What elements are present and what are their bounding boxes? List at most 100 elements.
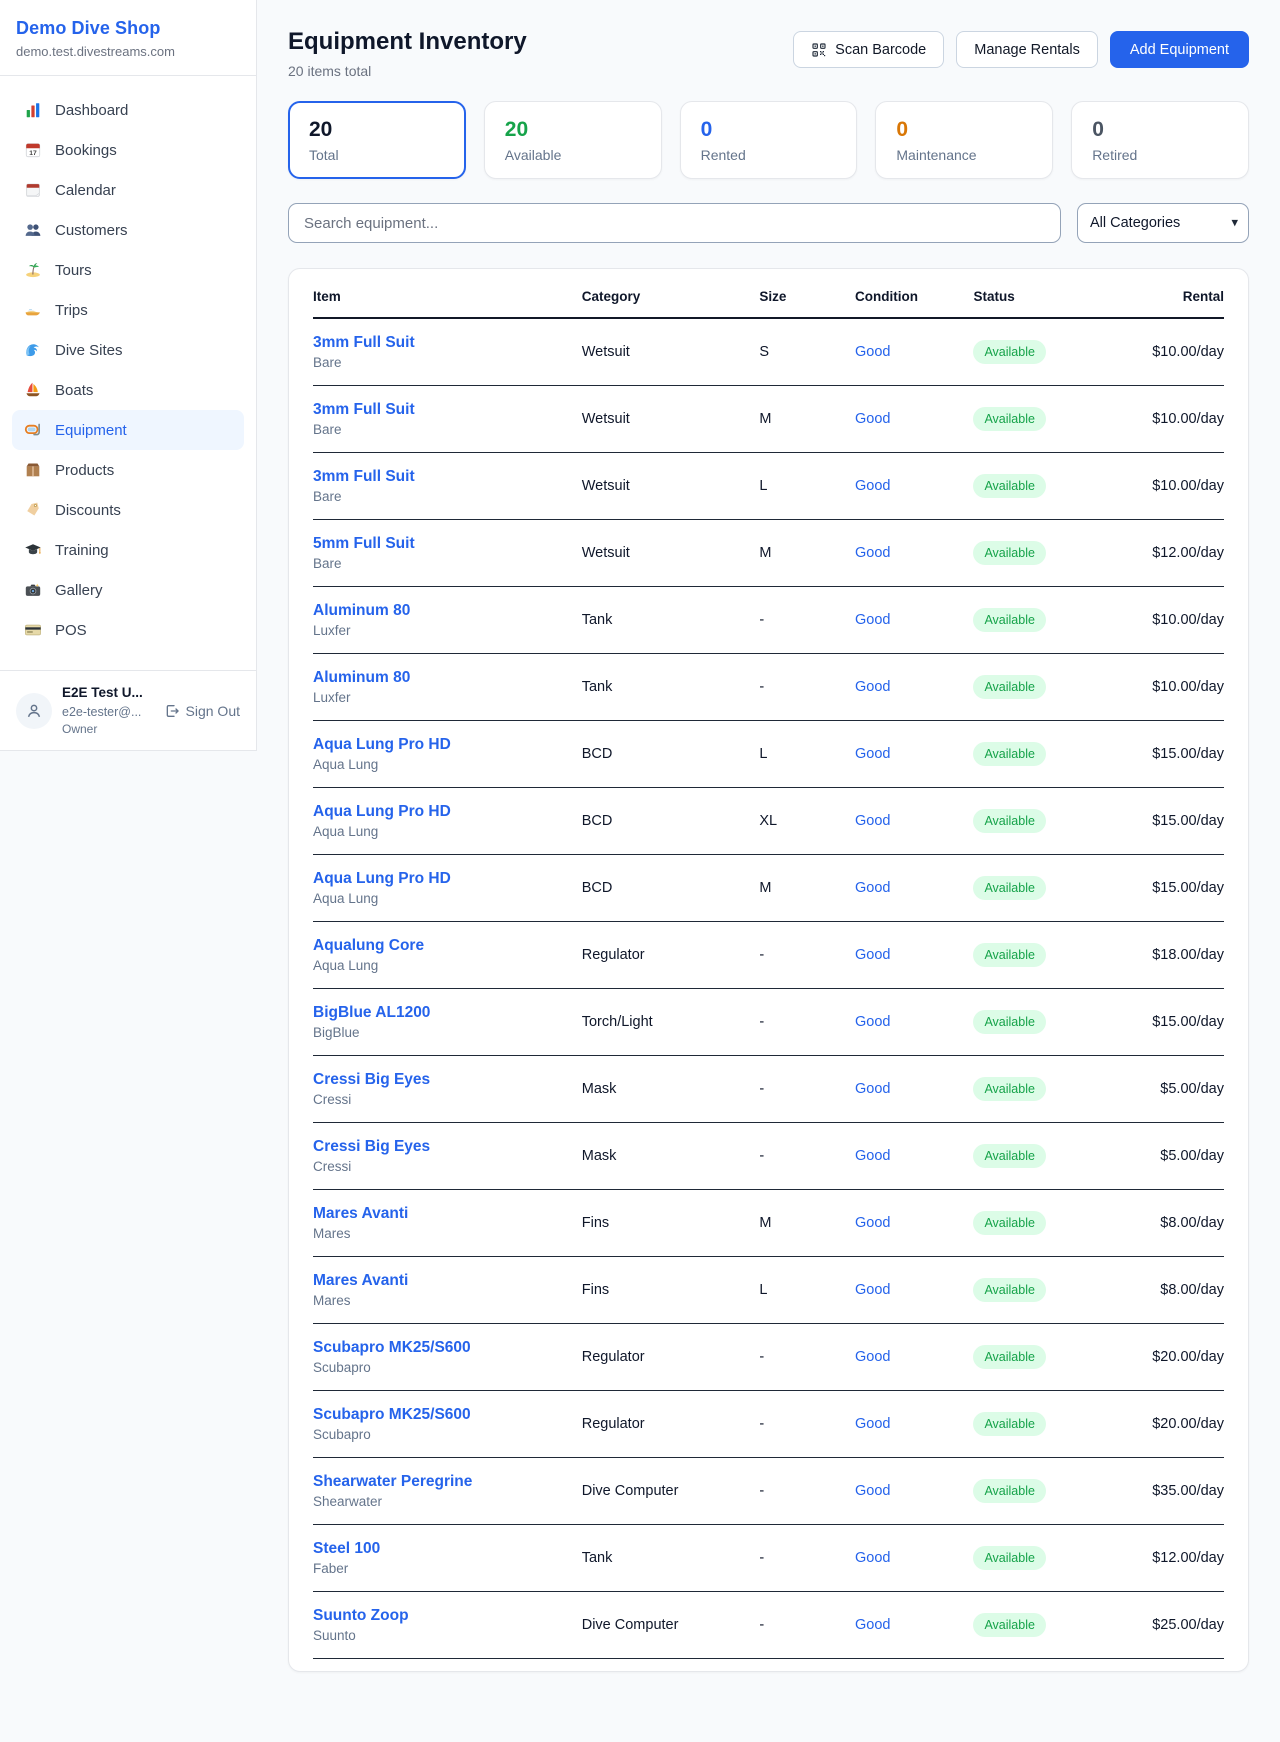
item-condition-link[interactable]: Good bbox=[855, 1416, 890, 1432]
sign-out-button[interactable]: Sign Out bbox=[164, 703, 240, 719]
item-name-link[interactable]: Aluminum 80 bbox=[313, 602, 410, 619]
sidebar-item-label: Dashboard bbox=[55, 102, 128, 119]
item-name-link[interactable]: Mares Avanti bbox=[313, 1272, 408, 1289]
sidebar-item-products[interactable]: Products bbox=[12, 450, 244, 490]
status-badge: Available bbox=[973, 1479, 1046, 1503]
sidebar-item-discounts[interactable]: Discounts bbox=[12, 490, 244, 530]
sidebar-item-trips[interactable]: Trips bbox=[12, 290, 244, 330]
sidebar-item-bookings[interactable]: 17 Bookings bbox=[12, 130, 244, 170]
add-equipment-button[interactable]: Add Equipment bbox=[1110, 31, 1249, 68]
item-size: M bbox=[759, 855, 855, 922]
calendar-17-icon: 17 bbox=[24, 141, 42, 159]
item-size: M bbox=[759, 386, 855, 453]
item-condition-link[interactable]: Good bbox=[855, 411, 890, 427]
item-name-link[interactable]: Scubapro MK25/S600 bbox=[313, 1339, 471, 1356]
sidebar-item-pos[interactable]: POS bbox=[12, 610, 244, 650]
item-name-link[interactable]: BigBlue AL1200 bbox=[313, 1004, 430, 1021]
item-category: Tank bbox=[582, 587, 760, 654]
item-condition-link[interactable]: Good bbox=[855, 1148, 890, 1164]
item-name-link[interactable]: Aqua Lung Pro HD bbox=[313, 736, 451, 753]
item-brand: Bare bbox=[313, 489, 574, 504]
table-row: Cressi Big Eyes Cressi Mask - Good Avail… bbox=[313, 1123, 1224, 1190]
sidebar-item-dive-sites[interactable]: Dive Sites bbox=[12, 330, 244, 370]
sidebar-item-gallery[interactable]: Gallery bbox=[12, 570, 244, 610]
users-icon bbox=[24, 221, 42, 239]
category-select[interactable]: All Categories bbox=[1077, 203, 1249, 243]
stat-card-maintenance[interactable]: 0 Maintenance bbox=[875, 101, 1053, 179]
item-condition-link[interactable]: Good bbox=[855, 947, 890, 963]
sidebar-item-customers[interactable]: Customers bbox=[12, 210, 244, 250]
sidebar-item-training[interactable]: Training bbox=[12, 530, 244, 570]
user-info: E2E Test U... e2e-tester@... Owner bbox=[62, 684, 143, 737]
item-name-link[interactable]: Suunto Zoop bbox=[313, 1607, 409, 1624]
column-header-rental: Rental bbox=[1106, 273, 1224, 318]
item-condition-link[interactable]: Good bbox=[855, 1215, 890, 1231]
item-name-link[interactable]: 3mm Full Suit bbox=[313, 468, 415, 485]
item-condition-link[interactable]: Good bbox=[855, 545, 890, 561]
sidebar-item-tours[interactable]: Tours bbox=[12, 250, 244, 290]
item-category: Regulator bbox=[582, 1391, 760, 1458]
item-name-link[interactable]: Scubapro MK25/S600 bbox=[313, 1406, 471, 1423]
grad-cap-icon bbox=[24, 541, 42, 559]
item-name-link[interactable]: 5mm Full Suit bbox=[313, 535, 415, 552]
item-condition-link[interactable]: Good bbox=[855, 679, 890, 695]
sidebar-item-boats[interactable]: Boats bbox=[12, 370, 244, 410]
item-condition-link[interactable]: Good bbox=[855, 344, 890, 360]
item-name-link[interactable]: 3mm Full Suit bbox=[313, 401, 415, 418]
item-size: - bbox=[759, 1592, 855, 1659]
item-condition-link[interactable]: Good bbox=[855, 1349, 890, 1365]
equipment-table-card: Item Category Size Condition Status Rent… bbox=[288, 268, 1249, 1672]
item-condition-link[interactable]: Good bbox=[855, 813, 890, 829]
sidebar-item-dashboard[interactable]: Dashboard bbox=[12, 90, 244, 130]
item-condition-link[interactable]: Good bbox=[855, 1550, 890, 1566]
sidebar-nav: Dashboard 17 Bookings Calendar Customers… bbox=[0, 76, 256, 660]
stat-card-available[interactable]: 20 Available bbox=[484, 101, 662, 179]
item-rental: $10.00/day bbox=[1106, 386, 1224, 453]
item-rental: $12.00/day bbox=[1106, 520, 1224, 587]
item-condition-link[interactable]: Good bbox=[855, 1014, 890, 1030]
barcode-scan-icon bbox=[811, 42, 827, 58]
item-size: - bbox=[759, 922, 855, 989]
item-brand: Aqua Lung bbox=[313, 824, 574, 839]
scan-barcode-button[interactable]: Scan Barcode bbox=[793, 31, 944, 68]
stat-card-retired[interactable]: 0 Retired bbox=[1071, 101, 1249, 179]
item-condition-link[interactable]: Good bbox=[855, 746, 890, 762]
item-condition-link[interactable]: Good bbox=[855, 1282, 890, 1298]
item-condition-link[interactable]: Good bbox=[855, 478, 890, 494]
item-condition-link[interactable]: Good bbox=[855, 1483, 890, 1499]
item-condition-link[interactable]: Good bbox=[855, 1081, 890, 1097]
stat-card-total[interactable]: 20 Total bbox=[288, 101, 466, 179]
table-row: Suunto Zoop Suunto Dive Computer - Good … bbox=[313, 1592, 1224, 1659]
item-name-link[interactable]: Aqualung Core bbox=[313, 937, 424, 954]
item-condition-link[interactable]: Good bbox=[855, 612, 890, 628]
item-name-link[interactable]: Aqua Lung Pro HD bbox=[313, 803, 451, 820]
item-rental: $15.00/day bbox=[1106, 721, 1224, 788]
item-name-link[interactable]: Cressi Big Eyes bbox=[313, 1138, 430, 1155]
sidebar-item-calendar[interactable]: Calendar bbox=[12, 170, 244, 210]
item-name-link[interactable]: Aqua Lung Pro HD bbox=[313, 870, 451, 887]
item-name-link[interactable]: Aluminum 80 bbox=[313, 669, 410, 686]
column-header-size: Size bbox=[759, 273, 855, 318]
stat-label: Retired bbox=[1092, 147, 1228, 163]
item-name-link[interactable]: Cressi Big Eyes bbox=[313, 1071, 430, 1088]
stat-card-rented[interactable]: 0 Rented bbox=[680, 101, 858, 179]
page-title: Equipment Inventory bbox=[288, 28, 527, 56]
item-category: Regulator bbox=[582, 1324, 760, 1391]
item-condition-link[interactable]: Good bbox=[855, 880, 890, 896]
stats-row: 20 Total 20 Available 0 Rented 0 Mainten… bbox=[288, 101, 1249, 179]
item-name-link[interactable]: Steel 100 bbox=[313, 1540, 380, 1557]
item-name-link[interactable]: Mares Avanti bbox=[313, 1205, 408, 1222]
search-input[interactable] bbox=[288, 203, 1061, 243]
sidebar-item-equipment[interactable]: Equipment bbox=[12, 410, 244, 450]
item-rental: $8.00/day bbox=[1106, 1190, 1224, 1257]
item-category: Wetsuit bbox=[582, 453, 760, 520]
stat-value: 0 bbox=[896, 117, 1032, 142]
brand-block: Demo Dive Shop demo.test.divestreams.com bbox=[0, 0, 256, 76]
item-rental: $10.00/day bbox=[1106, 453, 1224, 520]
item-name-link[interactable]: Shearwater Peregrine bbox=[313, 1473, 472, 1490]
item-size: S bbox=[759, 318, 855, 386]
item-condition-link[interactable]: Good bbox=[855, 1617, 890, 1633]
item-size: - bbox=[759, 1123, 855, 1190]
manage-rentals-button[interactable]: Manage Rentals bbox=[956, 31, 1098, 68]
item-name-link[interactable]: 3mm Full Suit bbox=[313, 334, 415, 351]
